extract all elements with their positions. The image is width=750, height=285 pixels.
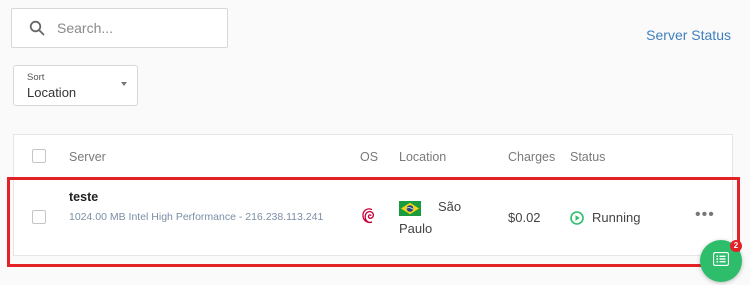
brazil-flag-icon (399, 201, 421, 216)
sort-select[interactable]: Sort Location (13, 65, 138, 106)
more-actions-button[interactable]: ••• (695, 206, 715, 224)
location-city: São (438, 199, 462, 214)
debian-icon (360, 205, 378, 227)
column-header-status[interactable]: Status (570, 150, 605, 164)
search-input[interactable] (55, 19, 219, 37)
column-header-os[interactable]: OS (360, 150, 378, 164)
table-header: Server OS Location Charges Status (14, 135, 732, 179)
play-circle-icon (570, 210, 584, 225)
notification-badge: 2 (730, 240, 742, 252)
status-text: Running (592, 210, 641, 225)
server-status-link[interactable]: Server Status (646, 27, 731, 43)
column-header-charges[interactable]: Charges (508, 150, 555, 164)
search-icon (27, 18, 47, 38)
table-row[interactable]: teste 1024.00 MB Intel High Performance … (14, 179, 732, 255)
server-description: 1024.00 MB Intel High Performance - 216.… (69, 211, 324, 223)
server-status: Running (570, 210, 640, 225)
caret-down-icon (121, 82, 127, 86)
sort-value: Location (27, 85, 77, 100)
server-charges: $0.02 (508, 210, 541, 225)
server-name[interactable]: teste (69, 190, 98, 204)
location-city-continued: Paulo (399, 221, 433, 236)
sort-label: Sort (27, 72, 45, 83)
row-checkbox[interactable] (32, 210, 46, 224)
servers-table: Server OS Location Charges Status teste … (13, 134, 733, 256)
select-all-checkbox[interactable] (32, 149, 46, 163)
chat-list-icon (712, 251, 730, 271)
column-header-location[interactable]: Location (399, 150, 446, 164)
search-box[interactable] (11, 8, 228, 48)
column-header-server[interactable]: Server (69, 150, 106, 164)
